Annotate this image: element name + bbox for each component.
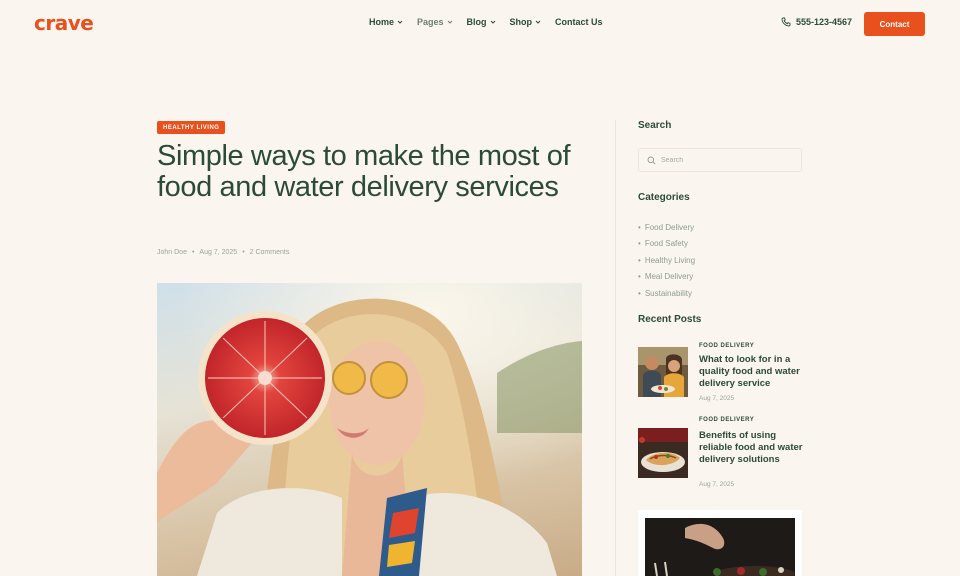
- woman-with-grapefruit-image: [157, 283, 582, 576]
- sidebar-divider: [615, 120, 616, 576]
- category-food-delivery[interactable]: Food Delivery: [638, 219, 695, 236]
- nav-shop-label: Shop: [509, 17, 533, 27]
- promo-image: [645, 518, 795, 576]
- promo-banner[interactable]: [638, 510, 802, 576]
- category-healthy-living[interactable]: Healthy Living: [638, 252, 695, 269]
- comments-link[interactable]: 2 Comments: [250, 249, 290, 256]
- post-thumbnail[interactable]: [638, 347, 688, 397]
- people-eating-image: [638, 347, 688, 397]
- chevron-down-icon: [535, 20, 541, 24]
- chevron-down-icon: [490, 20, 495, 24]
- article-date: Aug 7, 2025: [199, 249, 238, 256]
- search-field[interactable]: [638, 148, 802, 172]
- chevron-down-icon: [447, 20, 452, 24]
- site-header: crave Home Pages Blog Shop Contact Us 55…: [0, 0, 960, 48]
- category-sustainability[interactable]: Sustainability: [638, 285, 695, 302]
- recent-posts-heading: Recent Posts: [638, 314, 702, 325]
- nav-home[interactable]: Home: [369, 17, 403, 27]
- logo[interactable]: crave: [34, 11, 94, 35]
- chevron-down-icon: [397, 20, 403, 24]
- post-date: Aug 7, 2025: [699, 481, 735, 488]
- search-heading: Search: [638, 120, 672, 131]
- recent-post[interactable]: FOOD DELIVERY Benefits of using reliable…: [638, 417, 808, 492]
- post-category[interactable]: FOOD DELIVERY: [699, 417, 754, 423]
- meta-separator: •: [242, 249, 245, 256]
- nav-pages-label: Pages: [417, 17, 444, 27]
- food-dish-image: [638, 428, 688, 478]
- contact-button[interactable]: Contact: [864, 12, 925, 36]
- search-icon: [647, 156, 656, 165]
- post-title[interactable]: Benefits of using reliable food and wate…: [699, 430, 807, 466]
- category-food-safety[interactable]: Food Safety: [638, 236, 695, 253]
- article-title: Simple ways to make the most of food and…: [157, 140, 571, 203]
- category-meal-delivery[interactable]: Meal Delivery: [638, 269, 695, 286]
- nav-shop[interactable]: Shop: [510, 17, 542, 27]
- nav-pages[interactable]: Pages: [417, 17, 453, 27]
- nav-contact-us[interactable]: Contact Us: [555, 17, 603, 27]
- nav-blog-label: Blog: [466, 17, 487, 27]
- main-nav: Home Pages Blog Shop Contact Us: [369, 17, 617, 27]
- categories-list: Food Delivery Food Safety Healthy Living…: [638, 219, 695, 302]
- nav-home-label: Home: [369, 17, 395, 27]
- author-name[interactable]: John Doe: [157, 249, 187, 256]
- post-category[interactable]: FOOD DELIVERY: [699, 343, 754, 349]
- article-meta: John Doe • Aug 7, 2025 • 2 Comments: [157, 249, 289, 256]
- post-date: Aug 7, 2025: [699, 395, 735, 402]
- recent-post[interactable]: FOOD DELIVERY What to look for in a qual…: [638, 343, 808, 403]
- post-title[interactable]: What to look for in a quality food and w…: [699, 354, 807, 390]
- cooking-hands-image: [645, 518, 795, 576]
- phone-number: 555-123-4567: [796, 17, 853, 27]
- nav-contact-us-label: Contact Us: [555, 17, 603, 27]
- categories-heading: Categories: [638, 192, 690, 203]
- category-badge[interactable]: HEALTHY LIVING: [157, 121, 226, 134]
- search-input[interactable]: [661, 156, 791, 164]
- hero-image: [157, 283, 582, 576]
- post-thumbnail[interactable]: [638, 428, 688, 478]
- nav-blog[interactable]: Blog: [467, 17, 496, 27]
- phone-icon: [781, 17, 791, 27]
- phone-link[interactable]: 555-123-4567: [781, 17, 852, 27]
- meta-separator: •: [191, 249, 195, 256]
